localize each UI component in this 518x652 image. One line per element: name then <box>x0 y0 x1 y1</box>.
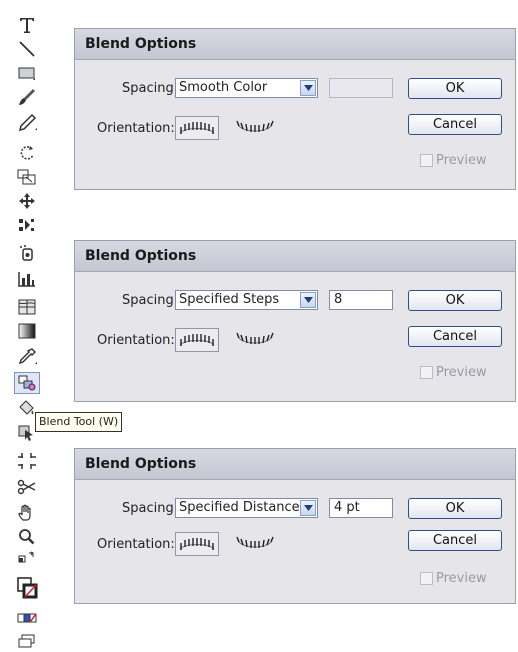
slice-tool-icon[interactable] <box>14 450 40 472</box>
column-graph-tool-icon[interactable] <box>14 268 40 290</box>
align-to-page-icon <box>179 334 215 346</box>
type-tool-icon[interactable] <box>14 14 40 36</box>
cancel-button[interactable]: Cancel <box>408 326 502 347</box>
preview-label: Preview <box>436 571 487 586</box>
rotate-tool-icon[interactable] <box>14 142 40 164</box>
align-to-page-button[interactable] <box>175 116 219 140</box>
align-to-path-icon <box>236 332 274 344</box>
rectangle-tool-icon[interactable] <box>14 62 40 84</box>
color-mode-icon[interactable] <box>14 608 40 630</box>
align-to-page-icon <box>179 122 215 134</box>
spacing-select-value: Specified Steps <box>179 292 280 307</box>
scissors-tool-icon[interactable] <box>14 476 40 498</box>
orientation-label: Orientation: <box>97 121 175 136</box>
align-to-path-icon <box>236 120 274 132</box>
steps-field[interactable]: 8 <box>329 290 393 310</box>
spacing-label: Spacing: <box>122 81 179 96</box>
align-to-path-button[interactable] <box>233 116 277 140</box>
symbol-tool-icon[interactable] <box>14 242 40 264</box>
eyedropper-tool-icon[interactable] <box>14 346 40 368</box>
preview-checkbox-box[interactable] <box>420 572 433 585</box>
ok-button[interactable]: OK <box>408 498 502 519</box>
preview-label: Preview <box>436 153 487 168</box>
align-to-page-icon <box>179 538 215 550</box>
preview-checkbox-box[interactable] <box>420 154 433 167</box>
align-to-page-button[interactable] <box>175 328 219 352</box>
preview-checkbox-box[interactable] <box>420 366 433 379</box>
chevron-down-icon[interactable] <box>300 80 316 96</box>
align-to-path-button[interactable] <box>233 328 277 352</box>
paintbrush-tool-icon[interactable] <box>14 86 40 108</box>
line-tool-icon[interactable] <box>14 38 40 60</box>
blend-tool-tooltip: Blend Tool (W) <box>35 412 123 432</box>
preview-label: Preview <box>436 365 487 380</box>
spacing-label: Spacing: <box>122 501 179 516</box>
spacing-select[interactable]: Smooth Color <box>175 78 318 98</box>
tools-panel <box>0 0 48 649</box>
chevron-down-icon[interactable] <box>300 292 316 308</box>
distance-field[interactable]: 4 pt <box>329 498 393 518</box>
free-transform-tool-icon[interactable] <box>14 190 40 212</box>
swap-fill-stroke-icon[interactable] <box>14 548 40 570</box>
scale-tool-icon[interactable] <box>14 166 40 188</box>
chevron-down-icon[interactable] <box>300 500 316 516</box>
cancel-button[interactable]: Cancel <box>408 114 502 135</box>
zoom-tool-icon[interactable] <box>14 526 40 548</box>
dialog-title: Blend Options <box>75 241 515 272</box>
blend-options-dialog-specified-steps: Blend Options Spacing: Specified Steps 8… <box>74 240 516 402</box>
orientation-label: Orientation: <box>97 537 175 552</box>
ok-button[interactable]: OK <box>408 78 502 99</box>
gradient-tool-icon[interactable] <box>14 320 40 342</box>
spacing-label: Spacing: <box>122 293 179 308</box>
dialog-title: Blend Options <box>75 29 515 60</box>
symbol-sprayer-tool-icon[interactable] <box>14 214 40 236</box>
blend-tool-icon[interactable] <box>14 372 40 394</box>
dialog-title: Blend Options <box>75 449 515 480</box>
spacing-select-value: Specified Distance <box>179 500 300 515</box>
spacing-select[interactable]: Specified Distance <box>175 498 318 518</box>
preview-checkbox[interactable]: Preview <box>420 153 487 168</box>
hand-tool-icon[interactable] <box>14 502 40 524</box>
mesh-tool-icon[interactable] <box>14 296 40 318</box>
spacing-select[interactable]: Specified Steps <box>175 290 318 310</box>
spacing-value-field <box>329 78 393 98</box>
preview-checkbox[interactable]: Preview <box>420 365 487 380</box>
cancel-button[interactable]: Cancel <box>408 530 502 551</box>
fill-stroke-swatch-icon[interactable] <box>14 574 40 604</box>
blend-options-dialog-smooth-color: Blend Options Spacing: Smooth Color Orie… <box>74 28 516 190</box>
spacing-select-value: Smooth Color <box>179 80 268 95</box>
ok-button[interactable]: OK <box>408 290 502 311</box>
align-to-path-button[interactable] <box>233 532 277 556</box>
pencil-tool-icon[interactable] <box>14 112 40 134</box>
preview-checkbox[interactable]: Preview <box>420 571 487 586</box>
blend-options-dialog-specified-distance: Blend Options Spacing: Specified Distanc… <box>74 448 516 604</box>
align-to-path-icon <box>236 536 274 548</box>
orientation-label: Orientation: <box>97 333 175 348</box>
align-to-page-button[interactable] <box>175 532 219 556</box>
